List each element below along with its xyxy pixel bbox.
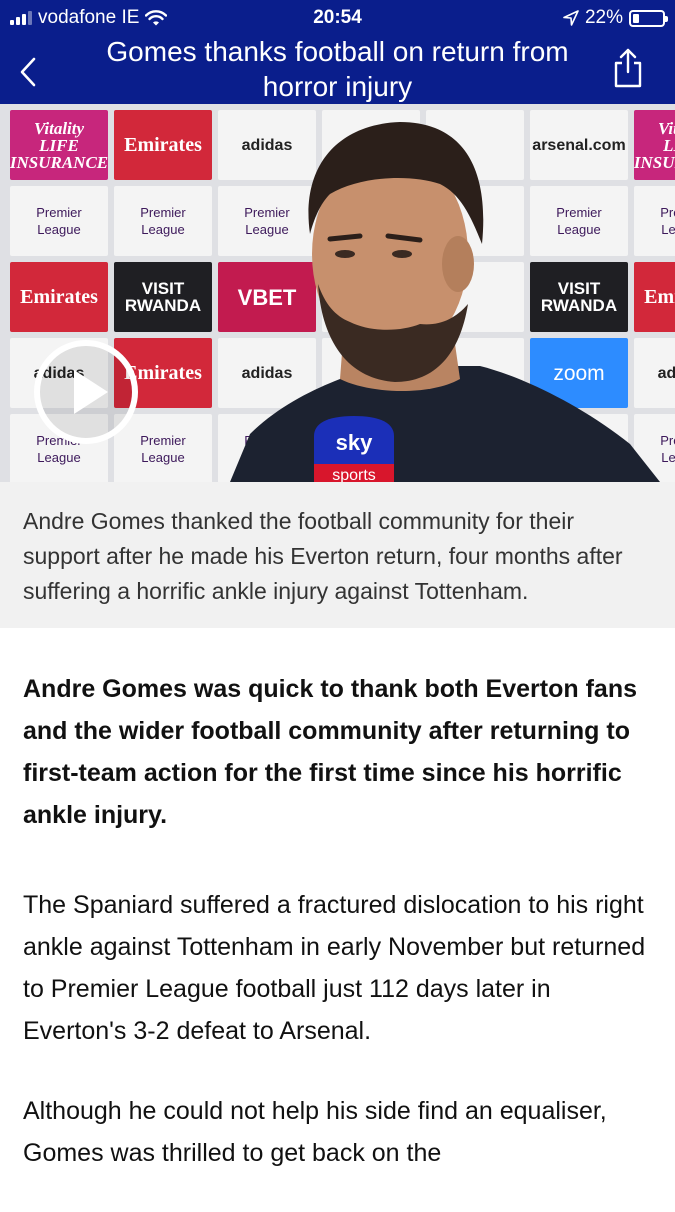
battery-icon [629,9,668,27]
video-caption: Andre Gomes thanked the football communi… [0,482,675,628]
share-icon [614,48,642,88]
mic-brand: sky [336,430,373,455]
sponsor-tile: VISIT RWANDA [114,262,212,332]
video-player[interactable]: Vitality LIFE INSURANCE Emirates adidas arse… [0,104,675,482]
battery-percent: 22% [584,7,623,28]
play-icon [74,370,108,414]
share-button[interactable] [611,46,645,90]
mic-sub: sports [332,467,376,482]
back-button[interactable] [12,50,44,94]
sponsor-tile: Emirates [10,262,108,332]
article-paragraph: Although he could not help his side find… [23,1097,607,1167]
sky-sports-microphone: sky sports [306,414,402,482]
battery-level-fill [633,13,639,23]
page-title: Gomes thanks football on return from hor… [106,36,569,102]
player-image [230,104,675,482]
app-header: vodafone IE 20:54 22% Gomes thanks footb… [0,0,675,104]
article-paragraph: The Spaniard suffered a fractured disloc… [23,891,646,1045]
play-button[interactable] [34,340,138,444]
status-right: 22% [563,7,668,29]
sponsor-tile: PremierLeague [10,186,108,256]
chevron-left-icon [20,57,36,87]
sponsor-tile: PremierLeague [114,186,212,256]
status-bar: vodafone IE 20:54 22% [0,0,675,34]
sponsor-tile: Emirates [114,110,212,180]
article-lead: Andre Gomes was quick to thank both Ever… [23,675,637,829]
sponsor-tile: PremierLeague [114,414,212,482]
sponsor-tile: VitalityLIFE INSURANCE [10,110,108,180]
location-arrow-icon [563,10,579,26]
article-body: Andre Gomes was quick to thank both Ever… [23,668,653,1212]
